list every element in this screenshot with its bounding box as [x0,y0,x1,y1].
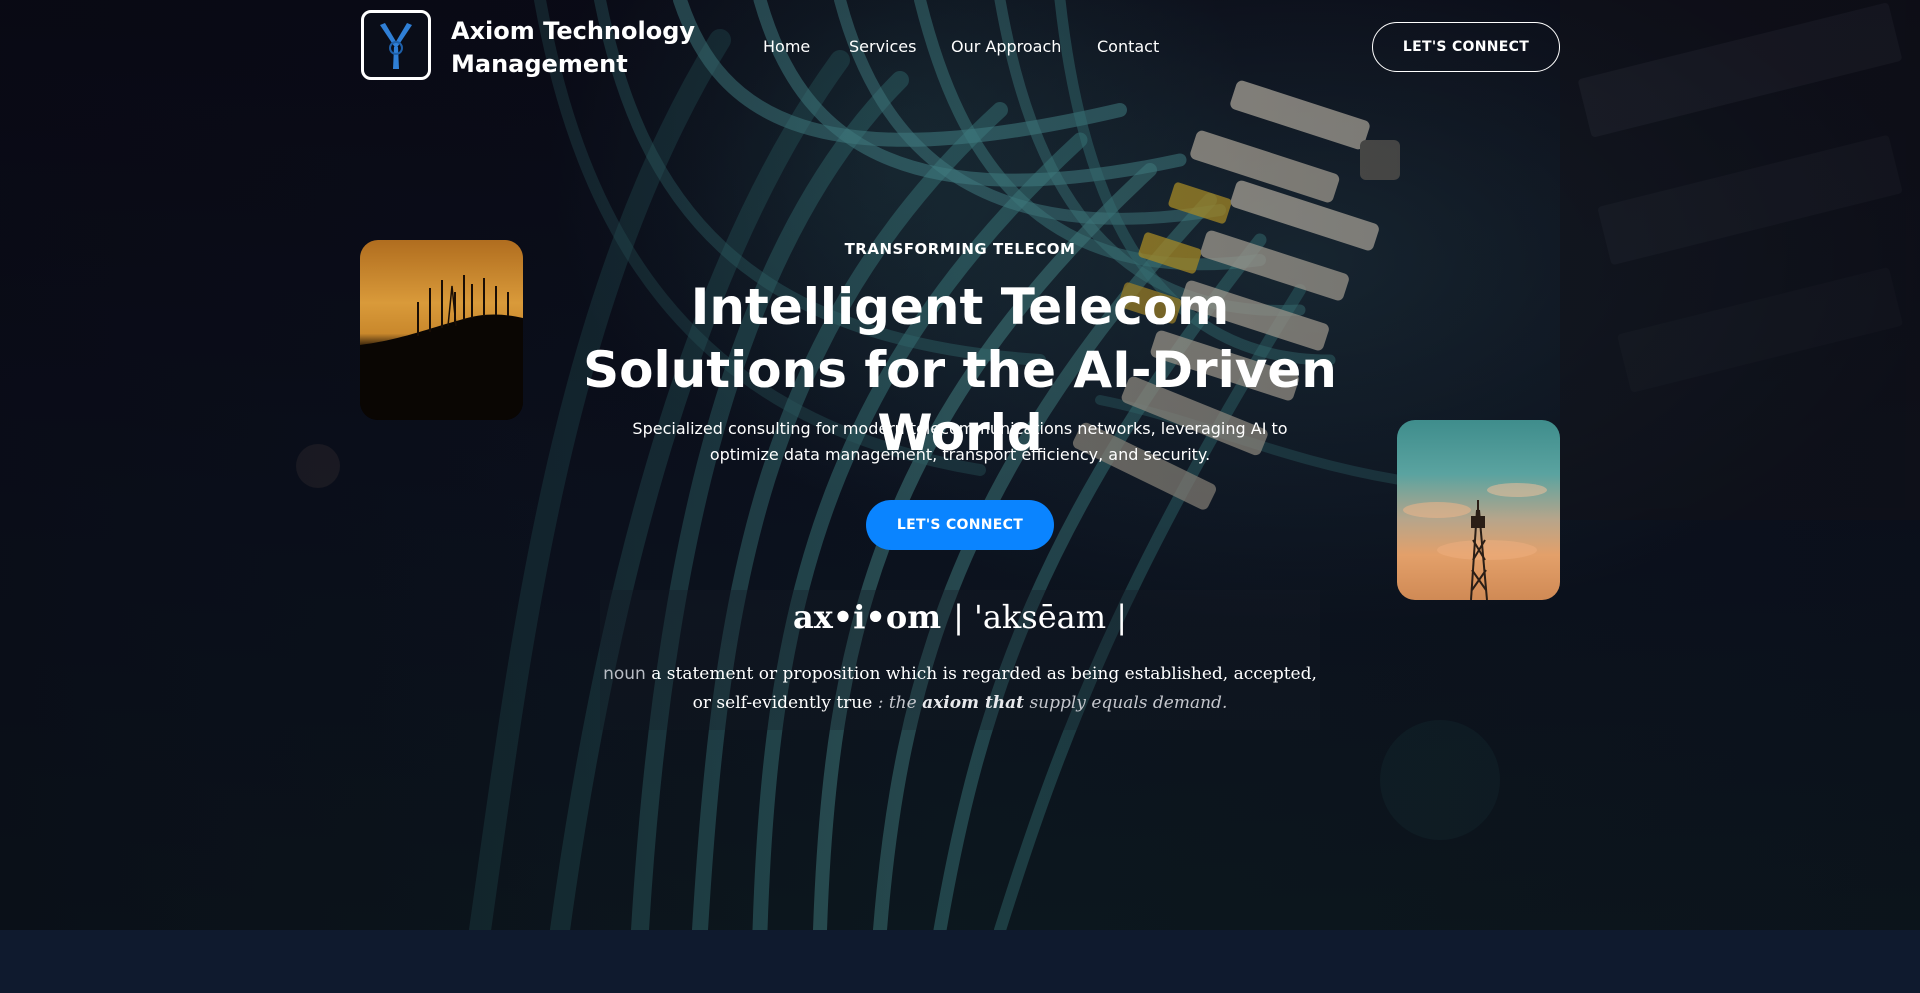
nav-item-services[interactable]: Services [849,37,916,56]
site-header: Axiom Technology Management Home Service… [0,0,1920,96]
definition-example-prefix: : the [877,693,917,713]
definition-pronunciation: | 'aksēam | [953,598,1128,636]
definition-body: noun a statement or proposition which is… [600,660,1320,718]
nav-item-our-approach[interactable]: Our Approach [951,37,1061,56]
definition-part-of-speech: noun [603,664,646,684]
nav-item-home[interactable]: Home [763,37,810,56]
logo[interactable] [361,10,431,80]
turbine-y-logo-icon [380,23,412,69]
hero-subtext: Specialized consulting for modern teleco… [632,419,1288,464]
definition-example-suffix: supply equals demand. [1029,693,1228,713]
next-section-band [0,930,1920,993]
definition-word: ax•i•om [792,598,942,636]
landing-page: Axiom Technology Management Home Service… [0,0,1920,993]
definition-example-bold: axiom that [922,693,1025,713]
hero-connect-button[interactable]: LET'S CONNECT [866,500,1054,550]
brand-name[interactable]: Axiom Technology Management [451,15,701,81]
definition-example: : the axiom that supply equals demand. [878,693,1228,713]
cell-tower-sky-photo [1397,420,1560,600]
hero-eyebrow: TRANSFORMING TELECOM [844,240,1076,258]
header-connect-button[interactable]: LET'S CONNECT [1372,22,1560,72]
nav-item-contact[interactable]: Contact [1097,37,1159,56]
definition-heading: ax•i•om | 'aksēam | [0,598,1920,636]
cell-towers-sunset-photo [360,240,523,420]
